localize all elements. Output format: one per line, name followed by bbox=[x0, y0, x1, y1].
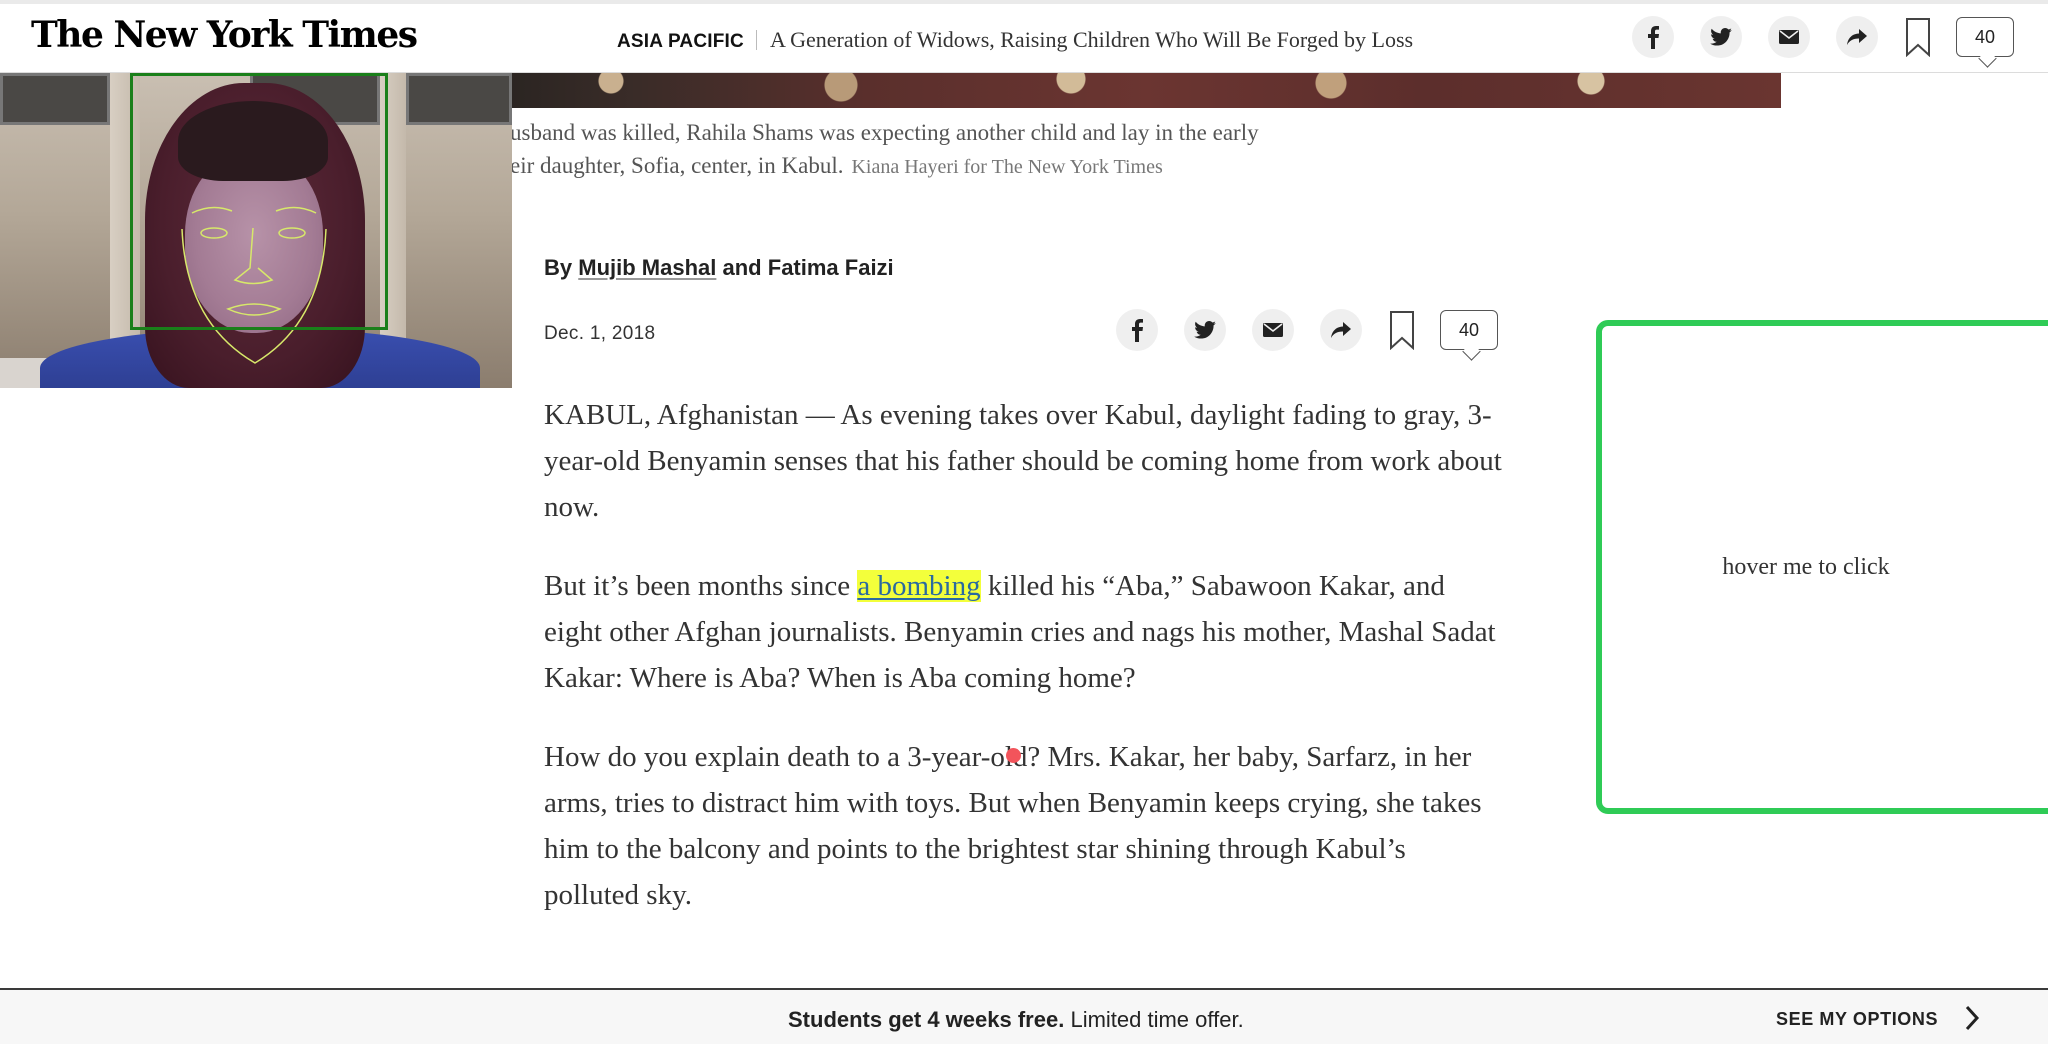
email-icon bbox=[1779, 30, 1799, 44]
header-divider bbox=[755, 30, 757, 50]
article-email-button[interactable] bbox=[1252, 309, 1294, 351]
header-twitter-button[interactable] bbox=[1700, 16, 1742, 58]
header-comments-button[interactable]: 40 bbox=[1956, 17, 2014, 68]
story-paragraph-3: How do you explain death to a 3-year-old… bbox=[544, 741, 1482, 911]
article-bookmark-button[interactable] bbox=[1388, 309, 1416, 351]
article-twitter-button[interactable] bbox=[1184, 309, 1226, 351]
bookmark-icon bbox=[1906, 18, 1930, 57]
byline-conjunction: and bbox=[722, 255, 762, 280]
share-icon bbox=[1331, 322, 1351, 338]
twitter-icon bbox=[1710, 28, 1732, 46]
author-name: Fatima Faizi bbox=[767, 255, 894, 280]
comments-icon bbox=[1462, 342, 1481, 361]
header-email-button[interactable] bbox=[1768, 16, 1810, 58]
author-link[interactable]: Mujib Mashal bbox=[578, 255, 716, 280]
article-share-tools: 40 bbox=[1116, 309, 1498, 361]
comments-icon bbox=[1978, 49, 1997, 68]
section-label[interactable]: ASIA PACIFIC bbox=[617, 31, 744, 52]
subscription-banner: Students get 4 weeks free. Limited time … bbox=[0, 988, 2048, 1044]
article-share-button[interactable] bbox=[1320, 309, 1362, 351]
caption-text: eir daughter, Sofia, center, in Kabul. bbox=[510, 153, 844, 178]
publish-date: Dec. 1, 2018 bbox=[544, 323, 656, 344]
comment-count: 40 bbox=[1458, 319, 1480, 340]
header-headline: A Generation of Widows, Raising Children… bbox=[769, 27, 1414, 52]
webcam-preview bbox=[0, 73, 512, 388]
banner-offer: Students get 4 weeks free. Limited time … bbox=[788, 1007, 1244, 1033]
bookmark-icon bbox=[1390, 311, 1414, 350]
comment-count: 40 bbox=[1974, 26, 1996, 47]
offer-headline: Students get 4 weeks free. bbox=[788, 1007, 1065, 1032]
header-share-tools: 40 bbox=[1632, 16, 2014, 68]
gaze-cursor-dot bbox=[1006, 748, 1021, 763]
share-icon bbox=[1847, 29, 1867, 45]
article-comments-button[interactable]: 40 bbox=[1440, 310, 1498, 361]
header-bookmark-button[interactable] bbox=[1904, 16, 1932, 58]
header-top-border bbox=[0, 0, 2048, 4]
caption-line-1: usband was killed, Rahila Shams was expe… bbox=[510, 120, 1259, 145]
photo-caption: usband was killed, Rahila Shams was expe… bbox=[510, 116, 1259, 184]
offer-subtext: Limited time offer. bbox=[1070, 1007, 1244, 1032]
email-icon bbox=[1263, 323, 1283, 337]
hover-to-click-target[interactable]: hover me to click bbox=[1596, 320, 2048, 814]
header-facebook-button[interactable] bbox=[1632, 16, 1674, 58]
header-story-title: ASIA PACIFIC A Generation of Widows, Rais… bbox=[617, 27, 1413, 53]
story-paragraph-2: But it’s been months since a bombing kil… bbox=[544, 563, 1504, 701]
photo-credit: Kiana Hayeri for The New York Times bbox=[851, 156, 1163, 178]
header-share-button[interactable] bbox=[1836, 16, 1878, 58]
hover-box-label: hover me to click bbox=[1722, 553, 1890, 580]
article-facebook-button[interactable] bbox=[1116, 309, 1158, 351]
facebook-icon bbox=[1648, 26, 1659, 49]
nyt-logo[interactable]: The New York Times bbox=[31, 14, 418, 56]
story-body: KABUL, Afghanistan — As evening takes ov… bbox=[544, 392, 1504, 951]
facebook-icon bbox=[1132, 319, 1143, 342]
byline-prefix: By bbox=[544, 255, 573, 280]
paragraph-text: But it’s been months since bbox=[544, 570, 858, 602]
byline: By Mujib Mashal and Fatima Faizi bbox=[544, 255, 894, 281]
site-header: The New York Times ASIA PACIFIC A Generat… bbox=[0, 0, 2048, 73]
lead-photo bbox=[511, 73, 1781, 108]
story-paragraph-1: KABUL, Afghanistan — As evening takes ov… bbox=[544, 399, 1502, 523]
caption-line-2: eir daughter, Sofia, center, in Kabul. Ki… bbox=[510, 149, 1259, 184]
bombing-link[interactable]: a bombing bbox=[857, 570, 981, 602]
twitter-icon bbox=[1194, 321, 1216, 339]
see-my-options-link[interactable]: SEE MY OPTIONS bbox=[1776, 1009, 1938, 1030]
face-detection-box bbox=[130, 73, 388, 330]
chevron-right-icon[interactable] bbox=[1963, 1004, 1981, 1032]
